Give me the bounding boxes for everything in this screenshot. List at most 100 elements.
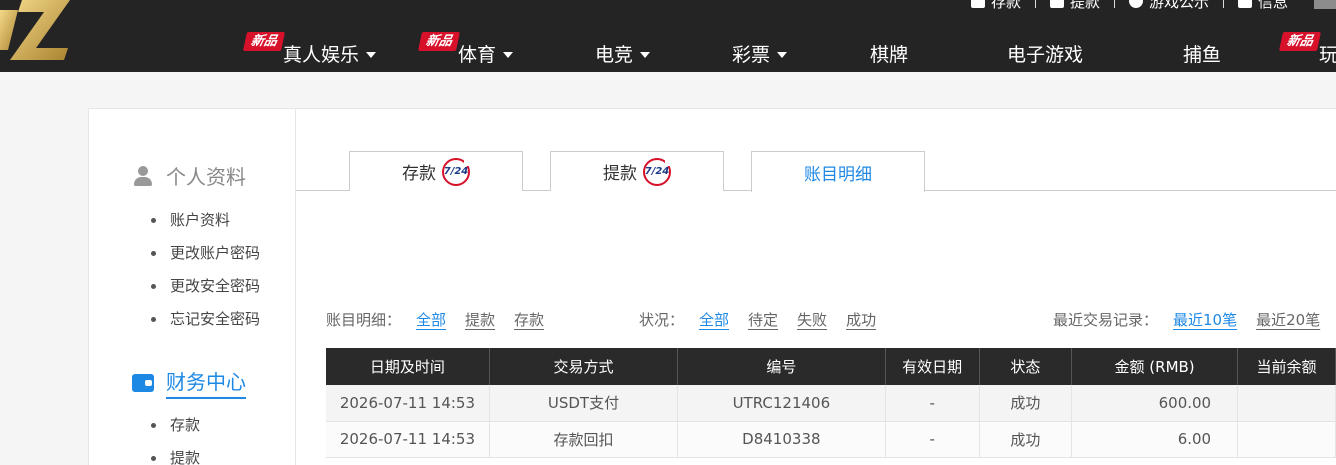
cell-method: USDT支付 xyxy=(489,385,679,422)
nav-chess-cards[interactable]: 棋牌 xyxy=(870,40,908,67)
sidebar-item-change-password[interactable]: 更改账户密码 xyxy=(151,242,260,275)
new-badge: 新品 xyxy=(242,32,286,51)
nav-label: 真人娱乐 xyxy=(283,44,360,66)
24-7-badge-icon: 7/24 xyxy=(643,157,673,186)
sidebar-item-withdraw[interactable]: 提款 xyxy=(151,447,200,465)
nav-label: 电竞 xyxy=(595,44,634,66)
filter-row: 账目明细： 全部 提款 存款 状况： 全部 待定 失败 成功 最近交易记录： 最… xyxy=(326,309,1336,331)
mail-icon xyxy=(1237,0,1252,8)
filter-recent: 最近交易记录： 最近10笔 最近20笔 xyxy=(1053,309,1336,330)
filter-status-success[interactable]: 成功 xyxy=(846,309,876,330)
nav-live-casino[interactable]: 新品 真人娱乐 xyxy=(242,32,377,67)
util-label: 存款 xyxy=(990,0,1021,11)
cell-status: 成功 xyxy=(979,385,1073,422)
sidebar-section-title: 财务中心 xyxy=(166,366,246,399)
nav-label: 捕鱼 xyxy=(1183,44,1222,66)
sidebar: 个人资料 账户资料 更改账户密码 更改安全密码 忘记安全密码 财务中心 存款 提… xyxy=(89,109,296,465)
util-game-notice[interactable]: 游戏公示 xyxy=(1115,0,1223,12)
user-circle-icon xyxy=(1128,0,1143,8)
nav-more[interactable]: 新品 玩 xyxy=(1278,32,1336,67)
cell-balance xyxy=(1237,385,1336,422)
sidebar-section-personal[interactable]: 个人资料 xyxy=(132,161,246,190)
filter-recent-20[interactable]: 最近20笔 xyxy=(1256,309,1320,330)
sidebar-section-title: 个人资料 xyxy=(166,165,246,189)
util-withdraw[interactable]: 提款 xyxy=(1036,0,1114,12)
card-icon xyxy=(970,0,985,8)
cell-number: D8410338 xyxy=(677,421,886,458)
person-icon xyxy=(132,165,154,186)
main-nav: 新品 真人娱乐 新品 体育 电竞 彩票 棋牌 电子游戏 捕鱼 新品 玩 xyxy=(0,30,1336,72)
column-header: 状态 xyxy=(979,348,1073,385)
cell-amount: 600.00 xyxy=(1071,385,1239,422)
column-header: 编号 xyxy=(677,348,886,385)
column-header: 金额 (RMB) xyxy=(1071,348,1239,385)
filter-type-all[interactable]: 全部 xyxy=(416,309,446,330)
column-header: 有效日期 xyxy=(885,348,980,385)
nav-fishing[interactable]: 捕鱼 xyxy=(1183,40,1221,67)
filter-status-all[interactable]: 全部 xyxy=(699,309,729,330)
wallet-icon xyxy=(1049,0,1064,8)
util-messages[interactable]: 信息 xyxy=(1224,0,1302,12)
sidebar-list-personal: 账户资料 更改账户密码 更改安全密码 忘记安全密码 xyxy=(151,209,260,341)
tab-label: 提款 xyxy=(603,164,637,184)
cell-amount: 6.00 xyxy=(1071,421,1239,458)
filter-type-withdraw[interactable]: 提款 xyxy=(465,309,495,330)
cell-valid-date: - xyxy=(885,421,980,458)
cell-method: 存款回扣 xyxy=(489,421,679,458)
nav-label: 玩 xyxy=(1319,44,1336,66)
tab-label: 账目明细 xyxy=(804,164,872,185)
tab-deposit[interactable]: 存款 7/24 xyxy=(349,151,523,191)
nav-lottery[interactable]: 彩票 xyxy=(732,40,788,67)
cell-datetime: 2026-07-11 14:53 xyxy=(326,421,490,458)
column-header: 交易方式 xyxy=(489,348,679,385)
filter-type-deposit[interactable]: 存款 xyxy=(514,309,544,330)
sidebar-item-deposit[interactable]: 存款 xyxy=(151,414,200,447)
sidebar-list-finance: 存款 提款 xyxy=(151,414,200,465)
utility-bar: 存款 提款 游戏公示 信息 xyxy=(957,0,1336,12)
filter-status: 状况： 全部 待定 失败 成功 xyxy=(639,309,895,330)
table-header-row: 日期及时间 交易方式 编号 有效日期 状态 金额 (RMB) 当前余额 xyxy=(326,348,1336,385)
filter-label: 最近交易记录： xyxy=(1053,311,1159,329)
cell-balance xyxy=(1237,421,1336,458)
chevron-down-icon xyxy=(640,51,651,58)
cell-number: UTRC121406 xyxy=(677,385,886,422)
util-label: 信息 xyxy=(1257,0,1288,11)
profile-shield-icon[interactable] xyxy=(1314,0,1336,9)
wallet-icon xyxy=(132,373,154,392)
sidebar-section-finance[interactable]: 财务中心 xyxy=(132,366,246,399)
filter-type: 账目明细： 全部 提款 存款 xyxy=(326,309,563,330)
nav-label: 棋牌 xyxy=(870,44,909,66)
finance-tabs: 存款 7/24 提款 7/24 账目明细 xyxy=(296,109,1336,192)
tab-withdraw[interactable]: 提款 7/24 xyxy=(550,151,724,191)
transactions-table: 日期及时间 交易方式 编号 有效日期 状态 金额 (RMB) 当前余额 2026… xyxy=(326,348,1336,458)
nav-esports[interactable]: 电竞 xyxy=(595,40,651,67)
new-badge: 新品 xyxy=(1278,32,1322,51)
cell-datetime: 2026-07-11 14:53 xyxy=(326,385,490,422)
nav-sports[interactable]: 新品 体育 xyxy=(417,32,514,67)
sidebar-item-forgot-security-password[interactable]: 忘记安全密码 xyxy=(151,308,260,341)
column-header: 当前余额 xyxy=(1237,348,1336,385)
tab-account-details[interactable]: 账目明细 xyxy=(751,151,925,192)
chevron-down-icon xyxy=(777,51,788,58)
cell-valid-date: - xyxy=(885,385,980,422)
table-row: 2026-07-11 14:53 USDT支付 UTRC121406 - 成功 … xyxy=(326,385,1336,422)
sidebar-item-change-security-password[interactable]: 更改安全密码 xyxy=(151,275,260,308)
new-badge: 新品 xyxy=(417,32,461,51)
filter-recent-10[interactable]: 最近10笔 xyxy=(1173,309,1237,330)
util-label: 提款 xyxy=(1069,0,1100,11)
filter-label: 账目明细： xyxy=(326,311,402,329)
filter-label: 状况： xyxy=(639,311,685,329)
nav-label: 彩票 xyxy=(732,44,771,66)
tab-label: 存款 xyxy=(402,164,436,184)
table-row: 2026-07-11 14:53 存款回扣 D8410338 - 成功 6.00 xyxy=(326,421,1336,458)
top-header: 存款 提款 游戏公示 信息 新品 真人娱乐 新品 体育 电竞 彩票 棋牌 电子游… xyxy=(0,0,1336,72)
sidebar-item-account-info[interactable]: 账户资料 xyxy=(151,209,260,242)
nav-slot-games[interactable]: 电子游戏 xyxy=(1007,40,1083,67)
24-7-badge-icon: 7/24 xyxy=(442,157,472,186)
chevron-down-icon xyxy=(503,51,514,58)
cell-status: 成功 xyxy=(979,421,1073,458)
filter-status-pending[interactable]: 待定 xyxy=(748,309,778,330)
util-label: 游戏公示 xyxy=(1148,0,1209,11)
filter-status-failed[interactable]: 失败 xyxy=(797,309,827,330)
util-deposit[interactable]: 存款 xyxy=(957,0,1035,12)
